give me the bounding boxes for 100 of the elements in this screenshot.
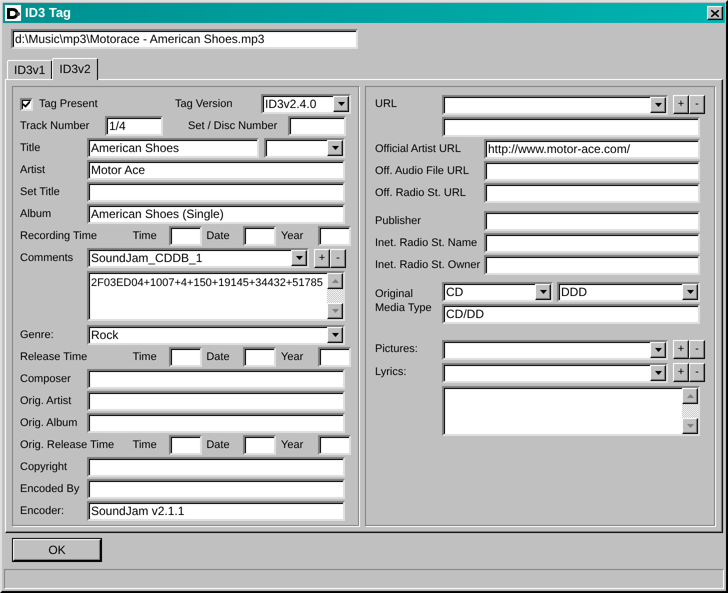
input-field[interactable]: 1/4	[105, 116, 163, 136]
field-label: Release Time	[20, 350, 88, 365]
field-label: Tag Version	[175, 96, 234, 112]
field-label: Date	[206, 350, 231, 365]
input-field[interactable]	[87, 479, 345, 499]
input-field[interactable]	[318, 347, 352, 367]
input-field[interactable]	[87, 182, 345, 202]
down-arrow-icon	[332, 333, 338, 337]
input-field[interactable]	[484, 211, 700, 231]
ok-button[interactable]: OK	[13, 539, 101, 561]
input-field[interactable]	[243, 226, 276, 246]
input-field[interactable]: SoundJam v2.1.1	[87, 501, 345, 521]
field-label: Year	[281, 438, 304, 453]
dropdown-field[interactable]	[264, 138, 345, 158]
input-field[interactable]	[442, 117, 700, 137]
text-area[interactable]	[442, 386, 700, 436]
input-field[interactable]	[484, 233, 700, 253]
field-label: Inet. Radio St. Owner	[375, 258, 482, 273]
down-arrow-icon	[296, 256, 302, 260]
down-arrow-icon	[654, 348, 662, 352]
dropdown-field[interactable]	[442, 94, 668, 114]
field-label: Off. Radio St. URL	[375, 186, 467, 201]
dropdown-field[interactable]: ID3v2.4.0	[261, 94, 351, 114]
down-arrow-icon	[332, 146, 338, 150]
field-label: Time	[132, 350, 158, 365]
checkmark-icon	[23, 100, 30, 108]
input-field[interactable]: American Shoes (Single)	[87, 204, 345, 224]
input-field[interactable]	[87, 413, 345, 433]
input-field[interactable]	[168, 226, 202, 246]
remove-button[interactable]: -	[689, 95, 705, 114]
field-label: Pictures:	[375, 342, 419, 358]
down-arrow-icon	[540, 290, 546, 294]
up-arrow-icon	[686, 394, 694, 398]
input-field[interactable]	[243, 435, 276, 455]
input-field[interactable]	[168, 347, 202, 367]
field-label: Orig. Release Time	[20, 438, 116, 453]
down-arrow-icon	[654, 102, 662, 106]
field-label: Encoded By	[20, 482, 80, 497]
input-field[interactable]	[87, 457, 345, 477]
remove-button[interactable]: -	[689, 340, 705, 359]
field-label: Composer	[20, 372, 72, 387]
field-label: Copyright	[20, 460, 68, 475]
remove-button[interactable]: -	[689, 363, 705, 382]
input-field[interactable]	[87, 369, 345, 389]
field-label: Original Media Type	[375, 287, 433, 316]
input-field[interactable]: American Shoes	[87, 138, 259, 158]
field-label: Comments	[20, 250, 74, 266]
input-field[interactable]	[87, 391, 345, 411]
input-field[interactable]	[484, 255, 700, 275]
down-arrow-icon	[332, 309, 338, 313]
input-field[interactable]	[243, 347, 276, 367]
tab[interactable]: ID3v2	[52, 58, 98, 80]
field-label: Year	[281, 350, 304, 365]
field-label: Title	[20, 140, 42, 156]
field-label: URL	[375, 97, 398, 112]
app-icon	[5, 5, 21, 21]
field-label: Genre:	[20, 328, 55, 343]
dropdown-field[interactable]	[442, 362, 668, 382]
scrollbar[interactable]	[327, 273, 343, 319]
input-field[interactable]	[484, 161, 700, 181]
input-field[interactable]: Motor Ace	[87, 160, 345, 180]
add-button[interactable]: +	[673, 95, 689, 114]
field-label: Time	[132, 228, 158, 244]
remove-button[interactable]: -	[330, 248, 346, 268]
dropdown-field[interactable]: DDD	[557, 282, 700, 302]
text-area[interactable]: 2F03ED04+1007+4+150+19145+34432+51785	[87, 271, 345, 321]
field-label: Year	[281, 228, 304, 244]
field-label: Set / Disc Number	[188, 118, 278, 134]
down-arrow-icon	[654, 370, 662, 374]
field-label: Album	[20, 206, 52, 222]
checkbox[interactable]	[20, 98, 33, 110]
add-button[interactable]: +	[673, 363, 689, 382]
dropdown-field[interactable]: Rock	[87, 325, 345, 345]
field-label: Encoder:	[20, 504, 66, 519]
dropdown-field[interactable]: SoundJam_CDDB_1	[87, 248, 309, 268]
close-button[interactable]	[707, 6, 723, 20]
input-field[interactable]	[318, 435, 352, 455]
field-label: Tag Present	[39, 96, 98, 112]
input-field[interactable]	[484, 183, 700, 203]
input-field[interactable]: http://www.motor-ace.com/	[484, 139, 700, 159]
field-label: Lyrics:	[375, 365, 408, 380]
input-field[interactable]: CD/DD	[442, 304, 700, 324]
input-field[interactable]	[318, 226, 352, 246]
dropdown-field[interactable]: CD	[442, 282, 553, 302]
down-arrow-icon	[338, 102, 344, 106]
field-label: Orig. Album	[20, 416, 78, 431]
tab[interactable]: ID3v1	[7, 60, 52, 79]
dropdown-field[interactable]	[442, 340, 668, 360]
add-button[interactable]: +	[673, 340, 689, 359]
field-label: Date	[206, 438, 231, 453]
scrollbar[interactable]	[682, 388, 698, 434]
input-field[interactable]	[168, 435, 202, 455]
field-label: Off. Audio File URL	[375, 164, 470, 179]
down-arrow-icon	[686, 290, 694, 294]
close-icon	[711, 10, 719, 16]
input-field[interactable]	[288, 116, 346, 136]
add-button[interactable]: +	[314, 248, 330, 268]
input-field[interactable]: d:\Music\mp3\Motorace - American Shoes.mp3	[11, 29, 358, 49]
field-label: Track Number	[20, 118, 90, 134]
field-label: Date	[206, 228, 231, 244]
